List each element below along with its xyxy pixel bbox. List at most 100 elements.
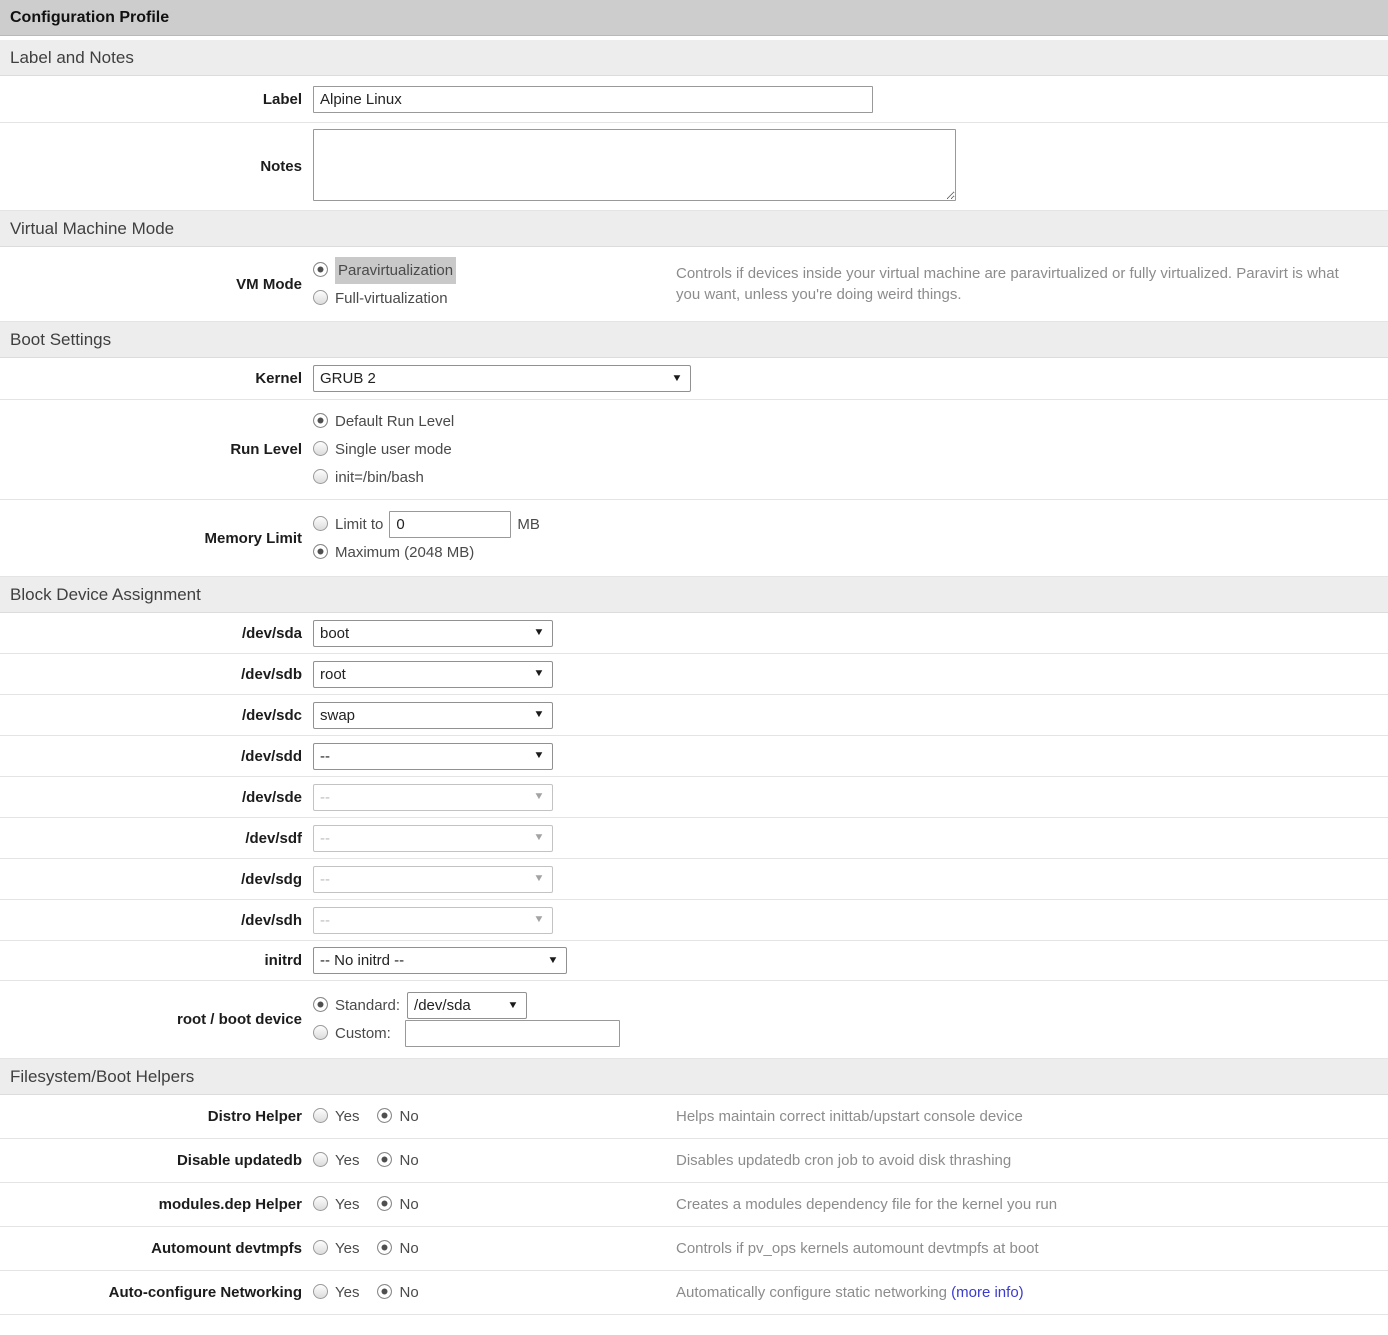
row-distro-helper: Distro Helper Yes No Helps maintain corr… <box>0 1095 1388 1139</box>
dev-sdg-select-wrap: -- ▼ <box>313 866 553 893</box>
row-dev-sdg: /dev/sdg -- ▼ <box>0 859 1388 900</box>
no-label[interactable]: No <box>399 1240 418 1257</box>
row-vm-mode: VM Mode Paravirtualization Full-virtuali… <box>0 247 1388 322</box>
automount-devtmpfs-yes-radio[interactable] <box>313 1240 328 1255</box>
field-label-notes: Notes <box>0 158 302 175</box>
field-label-memory-limit: Memory Limit <box>0 530 302 547</box>
yes-label[interactable]: Yes <box>335 1284 359 1301</box>
yes-label[interactable]: Yes <box>335 1108 359 1125</box>
row-dev-sdf: /dev/sdf -- ▼ <box>0 818 1388 859</box>
row-dev-sdc: /dev/sdc swap ▼ <box>0 695 1388 736</box>
section-head-label-notes: Label and Notes <box>0 40 1388 76</box>
limit-to-radio[interactable] <box>313 516 328 531</box>
no-label[interactable]: No <box>399 1284 418 1301</box>
field-label-automount-devtmpfs: Automount devtmpfs <box>0 1240 302 1257</box>
standard-device-select[interactable]: /dev/sda <box>407 992 527 1019</box>
disable-updatedb-no-radio[interactable] <box>377 1152 392 1167</box>
row-kernel: Kernel GRUB 2 ▼ <box>0 358 1388 400</box>
no-label[interactable]: No <box>399 1108 418 1125</box>
dev-sde-select: -- <box>313 784 553 811</box>
custom-device-label[interactable]: Custom: <box>335 1020 391 1047</box>
field-label-distro-helper: Distro Helper <box>0 1108 302 1125</box>
distro-helper-no-radio[interactable] <box>377 1108 392 1123</box>
distro-helper-yes-radio[interactable] <box>313 1108 328 1123</box>
automount-devtmpfs-help: Controls if pv_ops kernels automount dev… <box>676 1238 1388 1259</box>
dev-sdh-select-wrap: -- ▼ <box>313 907 553 934</box>
row-notes: Notes <box>0 123 1388 211</box>
dev-sdc-select[interactable]: swap <box>313 702 553 729</box>
single-user-mode-label[interactable]: Single user mode <box>335 436 452 463</box>
maximum-memory-radio[interactable] <box>313 544 328 559</box>
row-dev-sdb: /dev/sdb root ▼ <box>0 654 1388 695</box>
distro-helper-help: Helps maintain correct inittab/upstart c… <box>676 1106 1388 1127</box>
standard-device-select-wrap: /dev/sda ▼ <box>407 992 527 1019</box>
dev-sdg-select: -- <box>313 866 553 893</box>
initrd-select-wrap: -- No initrd -- ▼ <box>313 947 567 974</box>
yes-label[interactable]: Yes <box>335 1240 359 1257</box>
autoconfigure-networking-no-radio[interactable] <box>377 1284 392 1299</box>
dev-sdd-select-wrap: -- ▼ <box>313 743 553 770</box>
vm-mode-help: Controls if devices inside your virtual … <box>676 263 1388 305</box>
page-title: Configuration Profile <box>10 9 169 27</box>
section-heading: Virtual Machine Mode <box>10 219 174 239</box>
field-label-dev-sdd: /dev/sdd <box>0 748 302 765</box>
standard-device-label[interactable]: Standard: <box>335 992 400 1019</box>
paravirtualization-radio[interactable] <box>313 262 328 277</box>
dev-sdb-select[interactable]: root <box>313 661 553 688</box>
autoconfigure-networking-yes-radio[interactable] <box>313 1284 328 1299</box>
full-virtualization-radio[interactable] <box>313 290 328 305</box>
yes-label[interactable]: Yes <box>335 1152 359 1169</box>
field-label-root-boot-device: root / boot device <box>0 1011 302 1028</box>
no-label[interactable]: No <box>399 1152 418 1169</box>
section-heading: Filesystem/Boot Helpers <box>10 1067 194 1087</box>
automount-devtmpfs-no-radio[interactable] <box>377 1240 392 1255</box>
dev-sdb-select-wrap: root ▼ <box>313 661 553 688</box>
autoconfigure-networking-help-text: Automatically configure static networkin… <box>676 1284 947 1301</box>
section-head-helpers: Filesystem/Boot Helpers <box>0 1059 1388 1095</box>
disable-updatedb-yes-radio[interactable] <box>313 1152 328 1167</box>
memory-limit-input[interactable] <box>389 511 511 538</box>
notes-textarea[interactable] <box>313 129 956 201</box>
row-modules-dep-helper: modules.dep Helper Yes No Creates a modu… <box>0 1183 1388 1227</box>
row-dev-sda: /dev/sda boot ▼ <box>0 613 1388 654</box>
page-title-bar: Configuration Profile <box>0 0 1388 36</box>
row-autoconfigure-networking: Auto-configure Networking Yes No Automat… <box>0 1271 1388 1315</box>
single-user-mode-radio[interactable] <box>313 441 328 456</box>
section-heading: Label and Notes <box>10 48 134 68</box>
paravirtualization-label[interactable]: Paravirtualization <box>335 257 456 284</box>
initrd-select[interactable]: -- No initrd -- <box>313 947 567 974</box>
dev-sda-select[interactable]: boot <box>313 620 553 647</box>
standard-device-radio[interactable] <box>313 997 328 1012</box>
field-label-label: Label <box>0 91 302 108</box>
default-run-level-radio[interactable] <box>313 413 328 428</box>
modules-dep-yes-radio[interactable] <box>313 1196 328 1211</box>
yes-label[interactable]: Yes <box>335 1196 359 1213</box>
field-label-modules-dep-helper: modules.dep Helper <box>0 1196 302 1213</box>
no-label[interactable]: No <box>399 1196 418 1213</box>
dev-sdf-select: -- <box>313 825 553 852</box>
row-dev-sdh: /dev/sdh -- ▼ <box>0 900 1388 941</box>
field-label-dev-sdg: /dev/sdg <box>0 871 302 888</box>
dev-sdf-select-wrap: -- ▼ <box>313 825 553 852</box>
limit-to-label[interactable]: Limit to <box>335 511 383 538</box>
field-label-dev-sdh: /dev/sdh <box>0 912 302 929</box>
default-run-level-label[interactable]: Default Run Level <box>335 408 454 435</box>
modules-dep-help: Creates a modules dependency file for th… <box>676 1194 1388 1215</box>
dev-sdd-select[interactable]: -- <box>313 743 553 770</box>
section-heading: Boot Settings <box>10 330 111 350</box>
init-bin-bash-label[interactable]: init=/bin/bash <box>335 464 424 491</box>
custom-device-radio[interactable] <box>313 1025 328 1040</box>
section-head-boot-settings: Boot Settings <box>0 322 1388 358</box>
label-input[interactable] <box>313 86 873 113</box>
row-dev-sde: /dev/sde -- ▼ <box>0 777 1388 818</box>
more-info-link[interactable]: (more info) <box>951 1284 1024 1301</box>
full-virtualization-label[interactable]: Full-virtualization <box>335 285 448 312</box>
section-heading: Block Device Assignment <box>10 585 201 605</box>
dev-sde-select-wrap: -- ▼ <box>313 784 553 811</box>
kernel-select[interactable]: GRUB 2 <box>313 365 691 392</box>
init-bin-bash-radio[interactable] <box>313 469 328 484</box>
row-initrd: initrd -- No initrd -- ▼ <box>0 941 1388 981</box>
custom-device-input[interactable] <box>405 1020 620 1047</box>
modules-dep-no-radio[interactable] <box>377 1196 392 1211</box>
maximum-memory-label[interactable]: Maximum (2048 MB) <box>335 539 474 566</box>
